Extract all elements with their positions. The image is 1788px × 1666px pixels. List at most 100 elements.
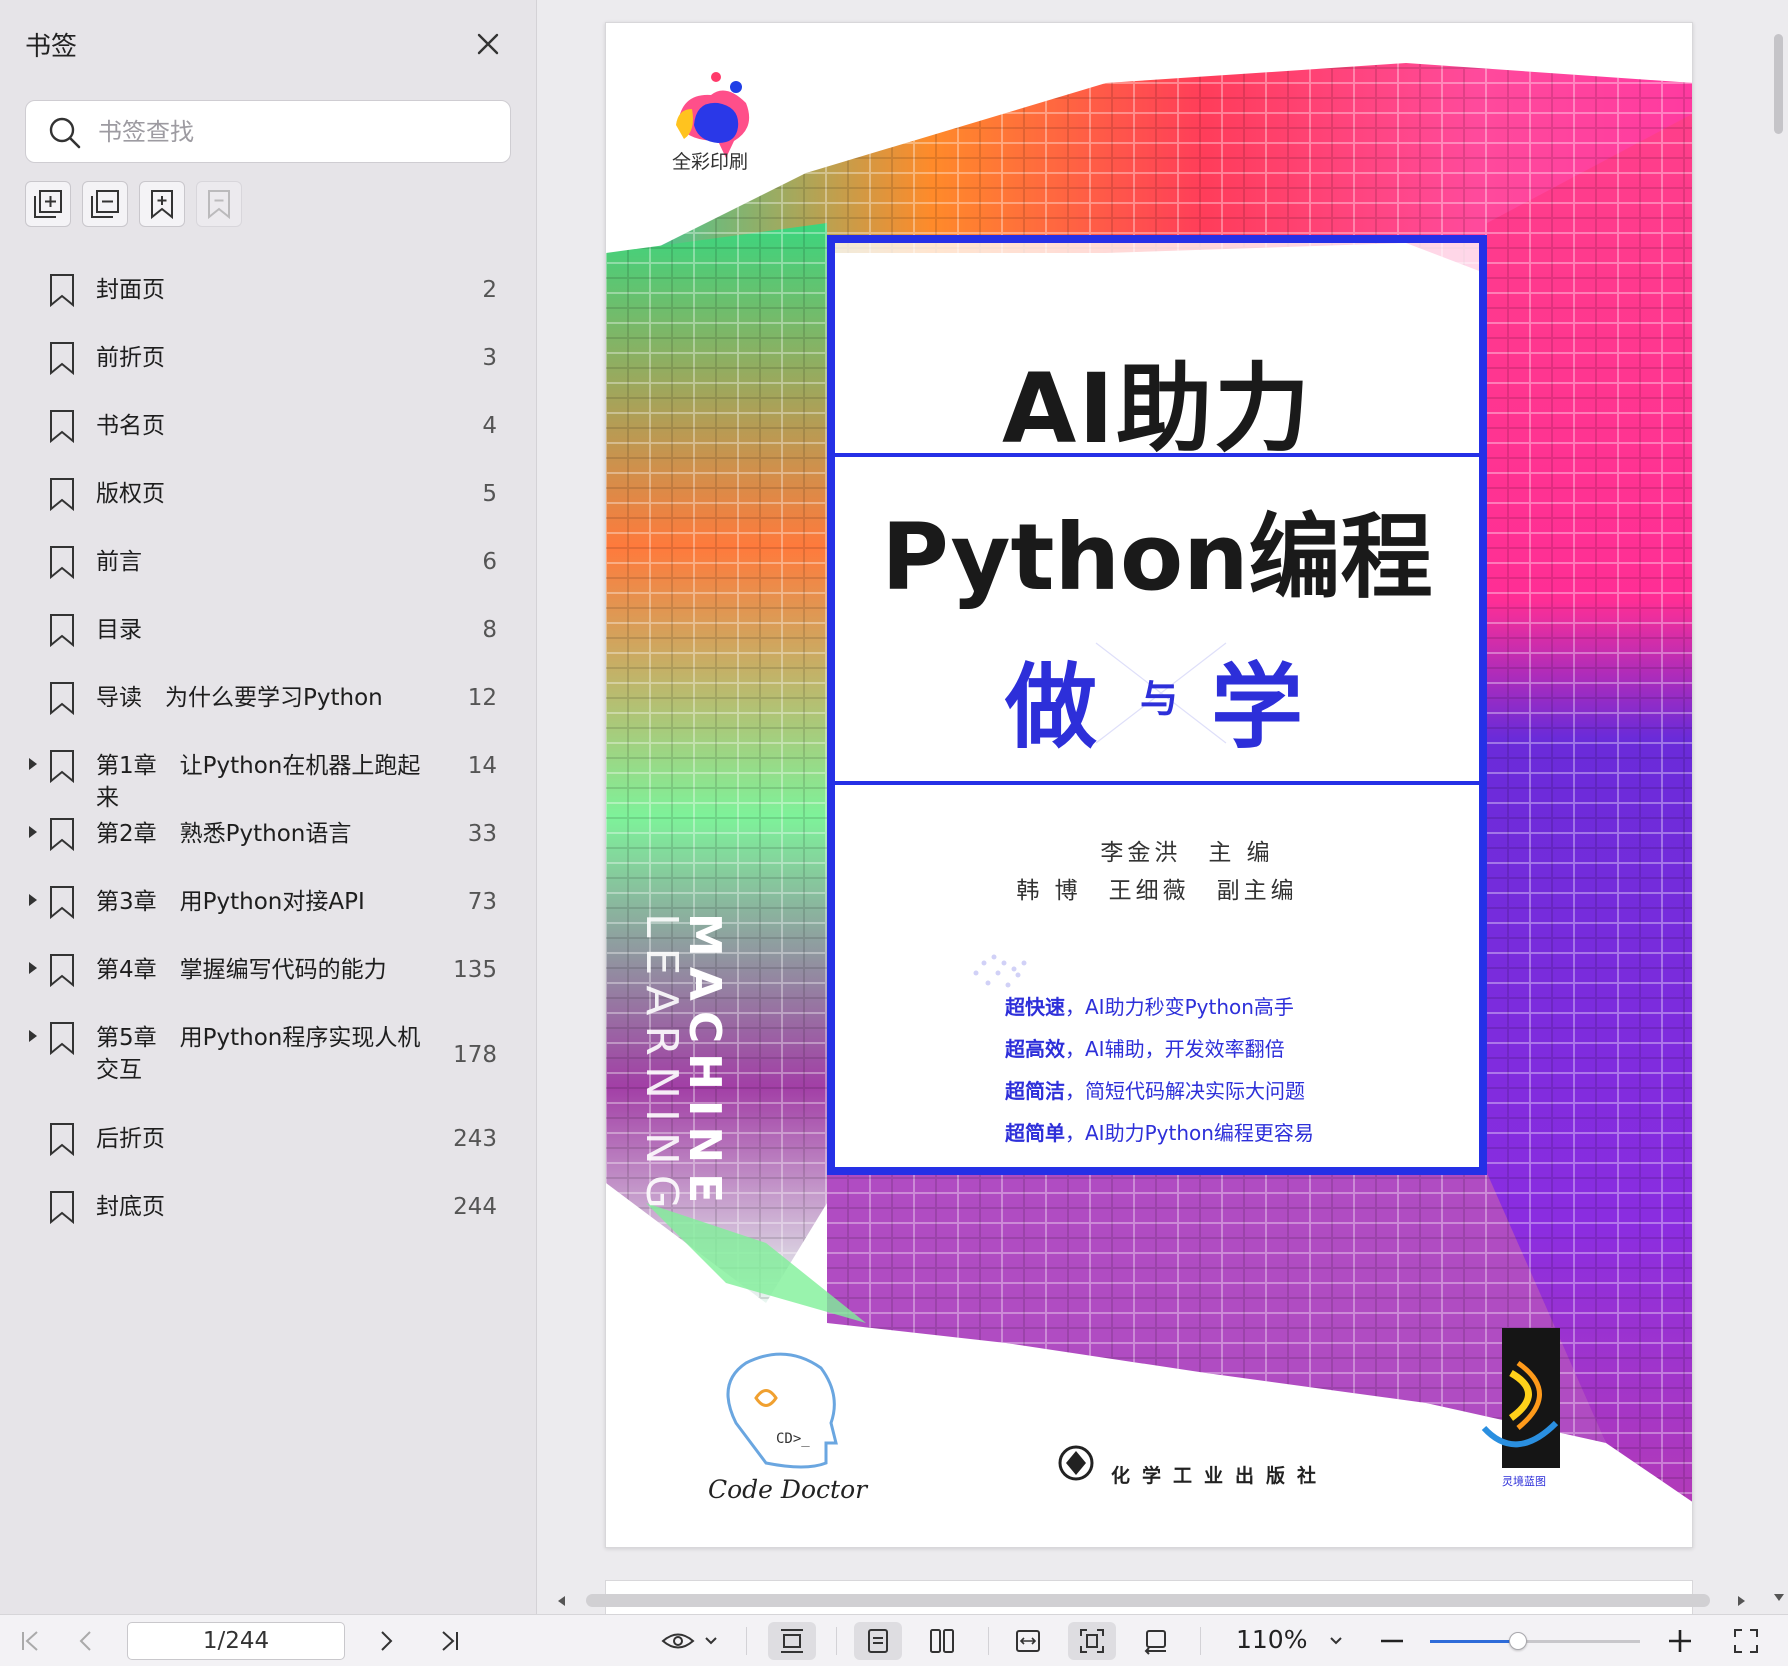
cover-do: 做 — [1005, 654, 1098, 761]
bookmark-item[interactable]: 第4章 掌握编写代码的能力 135 — [0, 936, 537, 1004]
bookmark-page-number: 6 — [482, 549, 497, 575]
close-icon[interactable] — [470, 26, 506, 62]
cover-vertical-machine: MACHINE — [679, 913, 730, 1214]
bookmark-item[interactable]: 导读 为什么要学习Python 12 — [0, 664, 537, 732]
bookmark-page-number: 12 — [467, 685, 497, 711]
svg-text:CD>_: CD>_ — [776, 1431, 810, 1447]
first-page-icon[interactable] — [10, 1622, 50, 1660]
bookmark-item[interactable]: 版权页 5 — [0, 460, 537, 528]
toolbar-separator — [988, 1627, 989, 1655]
cover-associate-editors: 韩 博 王细薇 副主编 — [1016, 878, 1298, 904]
continuous-scroll-icon[interactable] — [768, 1622, 816, 1660]
cover-feature: 超快速，AI助力秒变Python高手 — [1005, 995, 1294, 1019]
bookmark-item[interactable]: 目录 8 — [0, 596, 537, 664]
horizontal-scroll-thumb[interactable] — [586, 1594, 1710, 1607]
view-mode-eye-icon[interactable] — [658, 1622, 722, 1660]
toolbar-separator — [746, 1627, 747, 1655]
brand-label: 灵境蓝图 — [1502, 1475, 1546, 1488]
bookmark-page-number: 243 — [453, 1126, 497, 1152]
bookmark-item[interactable]: 第1章 让Python在机器上跑起来 14 — [0, 732, 537, 811]
last-page-icon[interactable] — [430, 1622, 470, 1660]
bookmark-page-number: 2 — [482, 277, 497, 303]
expand-arrow-icon[interactable] — [29, 758, 37, 770]
bookmark-item[interactable]: 第5章 用Python程序实现人机交互 178 — [0, 1004, 537, 1105]
collapse-all-icon[interactable] — [82, 181, 128, 227]
previous-page-icon[interactable] — [66, 1622, 106, 1660]
bookmark-label: 版权页 — [96, 481, 165, 507]
remove-bookmark-icon[interactable] — [196, 181, 242, 227]
bookmark-label: 第2章 熟悉Python语言 — [96, 821, 352, 847]
vertical-scroll-thumb[interactable] — [1774, 34, 1783, 134]
fit-page-icon[interactable] — [1068, 1622, 1116, 1660]
expand-arrow-icon[interactable] — [29, 826, 37, 838]
expand-arrow-icon[interactable] — [29, 962, 37, 974]
subtitle-divider — [835, 781, 1479, 785]
bookmark-icon — [48, 1122, 76, 1157]
pdf-page-cover: CD>_ 全彩印刷 AI助力 Python编程 做 与 学 李金洪 主 编 韩 … — [605, 22, 1693, 1548]
cover-vertical-learning: LEARNING — [636, 913, 687, 1219]
bookmark-item[interactable]: 封底页 244 — [0, 1173, 537, 1241]
bookmark-label: 第3章 用Python对接API — [96, 889, 365, 915]
bookmark-icon — [48, 409, 76, 444]
horizontal-scrollbar[interactable] — [538, 1588, 1770, 1614]
bookmark-item[interactable]: 封面页 2 — [0, 256, 537, 324]
cover-feature: 超简洁，简短代码解决实际大问题 — [1005, 1079, 1305, 1103]
bookmark-item[interactable]: 第2章 熟悉Python语言 33 — [0, 800, 537, 868]
bookmark-label: 封底页 — [96, 1194, 165, 1220]
fit-width-icon[interactable] — [1004, 1622, 1052, 1660]
rotate-page-icon[interactable] — [1132, 1622, 1180, 1660]
bookmark-page-number: 135 — [453, 957, 497, 983]
zoom-dropdown-chevron-icon[interactable] — [1318, 1622, 1354, 1660]
two-page-icon[interactable] — [918, 1622, 966, 1660]
scroll-right-arrow-icon[interactable] — [1738, 1596, 1745, 1606]
bookmark-icon — [48, 1190, 76, 1225]
cover-title-line2: Python编程 — [881, 504, 1433, 611]
bookmark-icon — [48, 817, 76, 852]
bookmark-item[interactable]: 第3章 用Python对接API 73 — [0, 868, 537, 936]
fullscreen-icon[interactable] — [1724, 1622, 1768, 1660]
bookmark-page-number: 244 — [453, 1194, 497, 1220]
bookmark-item[interactable]: 前折页 3 — [0, 324, 537, 392]
search-icon — [48, 116, 82, 150]
sidebar-title: 书签 — [25, 32, 78, 62]
title-divider — [835, 453, 1479, 457]
next-page-icon[interactable] — [366, 1622, 406, 1660]
zoom-slider-knob[interactable] — [1509, 1632, 1528, 1650]
bookmark-search-box — [25, 100, 511, 163]
bookmark-page-number: 33 — [467, 821, 497, 847]
add-bookmark-icon[interactable] — [139, 181, 185, 227]
page-number-input[interactable] — [127, 1622, 345, 1660]
zoom-out-icon[interactable] — [1372, 1622, 1412, 1660]
cover-learn: 学 — [1211, 654, 1304, 761]
bookmark-page-number: 3 — [482, 345, 497, 371]
bookmark-label: 前折页 — [96, 345, 165, 371]
bookmark-search-input[interactable] — [98, 109, 498, 155]
expand-arrow-icon[interactable] — [29, 894, 37, 906]
bookmark-sidebar: 书签 封面页 2 前折页 3 书名页 4 版权页 5 前言 6 目录 8 导读 为什么要学习Python… — [0, 0, 537, 1614]
bookmark-icon — [48, 613, 76, 648]
document-viewer[interactable]: CD>_ 全彩印刷 AI助力 Python编程 做 与 学 李金洪 主 编 韩 … — [538, 0, 1788, 1620]
bookmark-icon — [48, 273, 76, 308]
zoom-in-icon[interactable] — [1660, 1622, 1700, 1660]
bookmark-label: 书名页 — [96, 413, 165, 439]
scroll-down-arrow-icon[interactable] — [1774, 1594, 1784, 1601]
bookmark-item[interactable]: 后折页 243 — [0, 1105, 537, 1173]
cover-feature: 超高效，AI辅助，开发效率翻倍 — [1005, 1037, 1285, 1061]
vertical-scrollbar[interactable] — [1770, 0, 1788, 1614]
publisher-name: 化学工业出版社 — [1111, 1465, 1329, 1487]
bookmark-item[interactable]: 前言 6 — [0, 528, 537, 596]
zoom-slider[interactable] — [1430, 1632, 1640, 1650]
bookmark-icon — [48, 681, 76, 716]
bookmark-page-number: 8 — [482, 617, 497, 643]
bookmark-icon — [48, 545, 76, 580]
bookmark-page-number: 4 — [482, 413, 497, 439]
bookmark-item[interactable]: 书名页 4 — [0, 392, 537, 460]
bookmark-label: 前言 — [96, 549, 142, 575]
bookmark-page-number: 5 — [482, 481, 497, 507]
expand-arrow-icon[interactable] — [29, 1030, 37, 1042]
zoom-level[interactable]: 110% — [1236, 1625, 1307, 1654]
bookmark-icon — [48, 1021, 76, 1056]
single-page-icon[interactable] — [854, 1622, 902, 1660]
scroll-left-arrow-icon[interactable] — [558, 1596, 565, 1606]
expand-all-icon[interactable] — [25, 181, 71, 227]
